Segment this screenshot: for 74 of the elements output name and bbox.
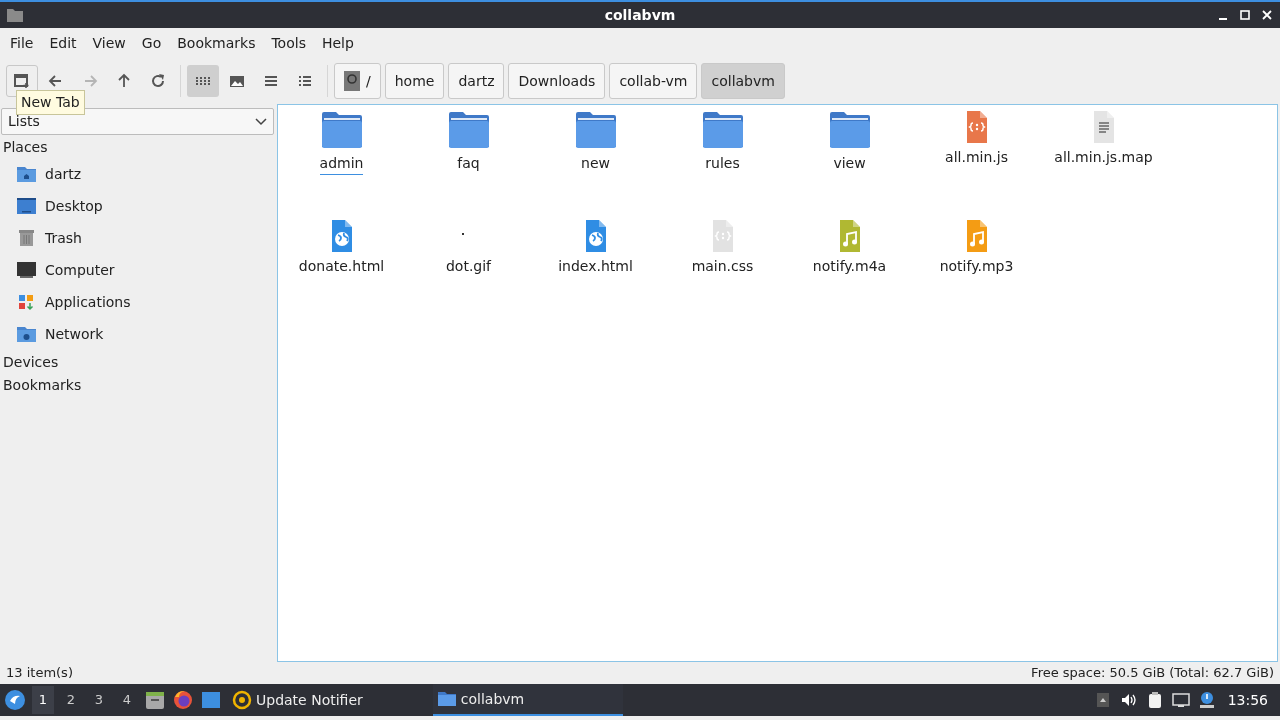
window-title: collabvm <box>604 5 676 25</box>
file-name[interactable]: index.html <box>558 256 633 277</box>
file-name[interactable]: admin <box>319 153 364 175</box>
taskbar-task[interactable]: Update Notifier <box>228 684 367 716</box>
file-name[interactable]: notify.m4a <box>812 256 887 277</box>
sidebar-item[interactable]: dartz <box>0 158 277 190</box>
folder-icon[interactable] <box>448 111 489 149</box>
network-icon[interactable] <box>1171 691 1190 709</box>
menu-item[interactable]: View <box>84 32 134 54</box>
menu-item[interactable]: Bookmarks <box>169 32 264 54</box>
maximize-icon[interactable] <box>1238 8 1252 22</box>
alert-icon[interactable] <box>1197 691 1216 709</box>
sidebar-item[interactable]: Network <box>0 318 277 350</box>
file-manager-icon[interactable] <box>144 689 166 711</box>
path-button[interactable]: Downloads <box>508 63 606 99</box>
file-name[interactable]: view <box>833 153 866 174</box>
browser-icon[interactable] <box>172 689 194 711</box>
drive-icon <box>344 71 360 91</box>
chevron-down-icon <box>255 117 267 126</box>
taskbar-task[interactable]: collabvm <box>432 684 623 716</box>
file-name[interactable]: faq <box>457 153 480 174</box>
free-space: Free space: 50.5 GiB (Total: 62.7 GiB) <box>1031 664 1274 683</box>
path-button[interactable]: collabvm <box>701 63 785 99</box>
folder-icon <box>6 7 24 23</box>
new-tab-icon <box>13 72 31 90</box>
file-name[interactable]: new <box>581 153 610 174</box>
update-icon <box>232 690 252 710</box>
item-count: 13 item(s) <box>6 664 73 683</box>
network-folder-icon <box>16 324 37 344</box>
path-button[interactable]: / <box>334 63 381 99</box>
folder-icon <box>436 689 457 709</box>
desktop-icon[interactable] <box>200 689 222 711</box>
sidebar-item[interactable]: Desktop <box>0 190 277 222</box>
grid-view-icon <box>196 77 210 85</box>
folder-icon[interactable] <box>575 111 616 149</box>
section-heading[interactable]: Devices <box>0 352 277 373</box>
desktop-icon <box>16 196 37 216</box>
menu-item[interactable]: Tools <box>263 32 314 54</box>
workspace-button[interactable]: 4 <box>116 686 138 714</box>
sidebar-item[interactable]: Applications <box>0 286 277 318</box>
workspace-button[interactable]: 1 <box>32 686 54 714</box>
menu-item[interactable]: Go <box>133 32 170 54</box>
reload-icon <box>149 72 167 90</box>
monitor-icon <box>16 260 37 280</box>
trash-icon <box>16 228 37 248</box>
folder-icon[interactable] <box>702 111 743 149</box>
workspace-button[interactable]: 2 <box>60 686 82 714</box>
sidebar-item[interactable]: Trash <box>0 222 277 254</box>
menu-item[interactable]: Edit <box>41 32 85 54</box>
close-icon[interactable] <box>1260 8 1274 22</box>
view-dropdown[interactable]: Lists <box>1 108 274 135</box>
menu-item[interactable]: File <box>2 32 42 54</box>
start-menu-icon[interactable] <box>4 689 26 711</box>
file-name[interactable]: dot.gif <box>445 256 492 277</box>
folder-icon[interactable] <box>321 111 362 149</box>
path-button[interactable]: collab-vm <box>609 63 698 99</box>
grid-view-button[interactable] <box>187 65 219 97</box>
section-heading[interactable]: Bookmarks <box>0 375 277 396</box>
sidebar-item[interactable]: Computer <box>0 254 277 286</box>
tooltip: New Tab <box>16 90 85 115</box>
file-name[interactable]: rules <box>705 153 740 174</box>
file-name[interactable]: all.min.js.map <box>1054 147 1153 168</box>
clock: 13:56 <box>1227 690 1268 710</box>
home-folder-icon <box>16 164 37 184</box>
file-name[interactable]: notify.mp3 <box>939 256 1014 277</box>
file-name[interactable]: donate.html <box>298 256 385 277</box>
menu-item[interactable]: Help <box>313 32 362 54</box>
section-heading[interactable]: Places <box>0 137 277 158</box>
file-name[interactable]: all.min.js <box>945 147 1008 168</box>
path-button[interactable]: dartz <box>448 63 505 99</box>
folder-icon[interactable] <box>829 111 870 149</box>
workspace-button[interactable]: 3 <box>88 686 110 714</box>
file-name[interactable]: main.css <box>691 256 754 277</box>
path-button[interactable]: home <box>384 63 445 99</box>
